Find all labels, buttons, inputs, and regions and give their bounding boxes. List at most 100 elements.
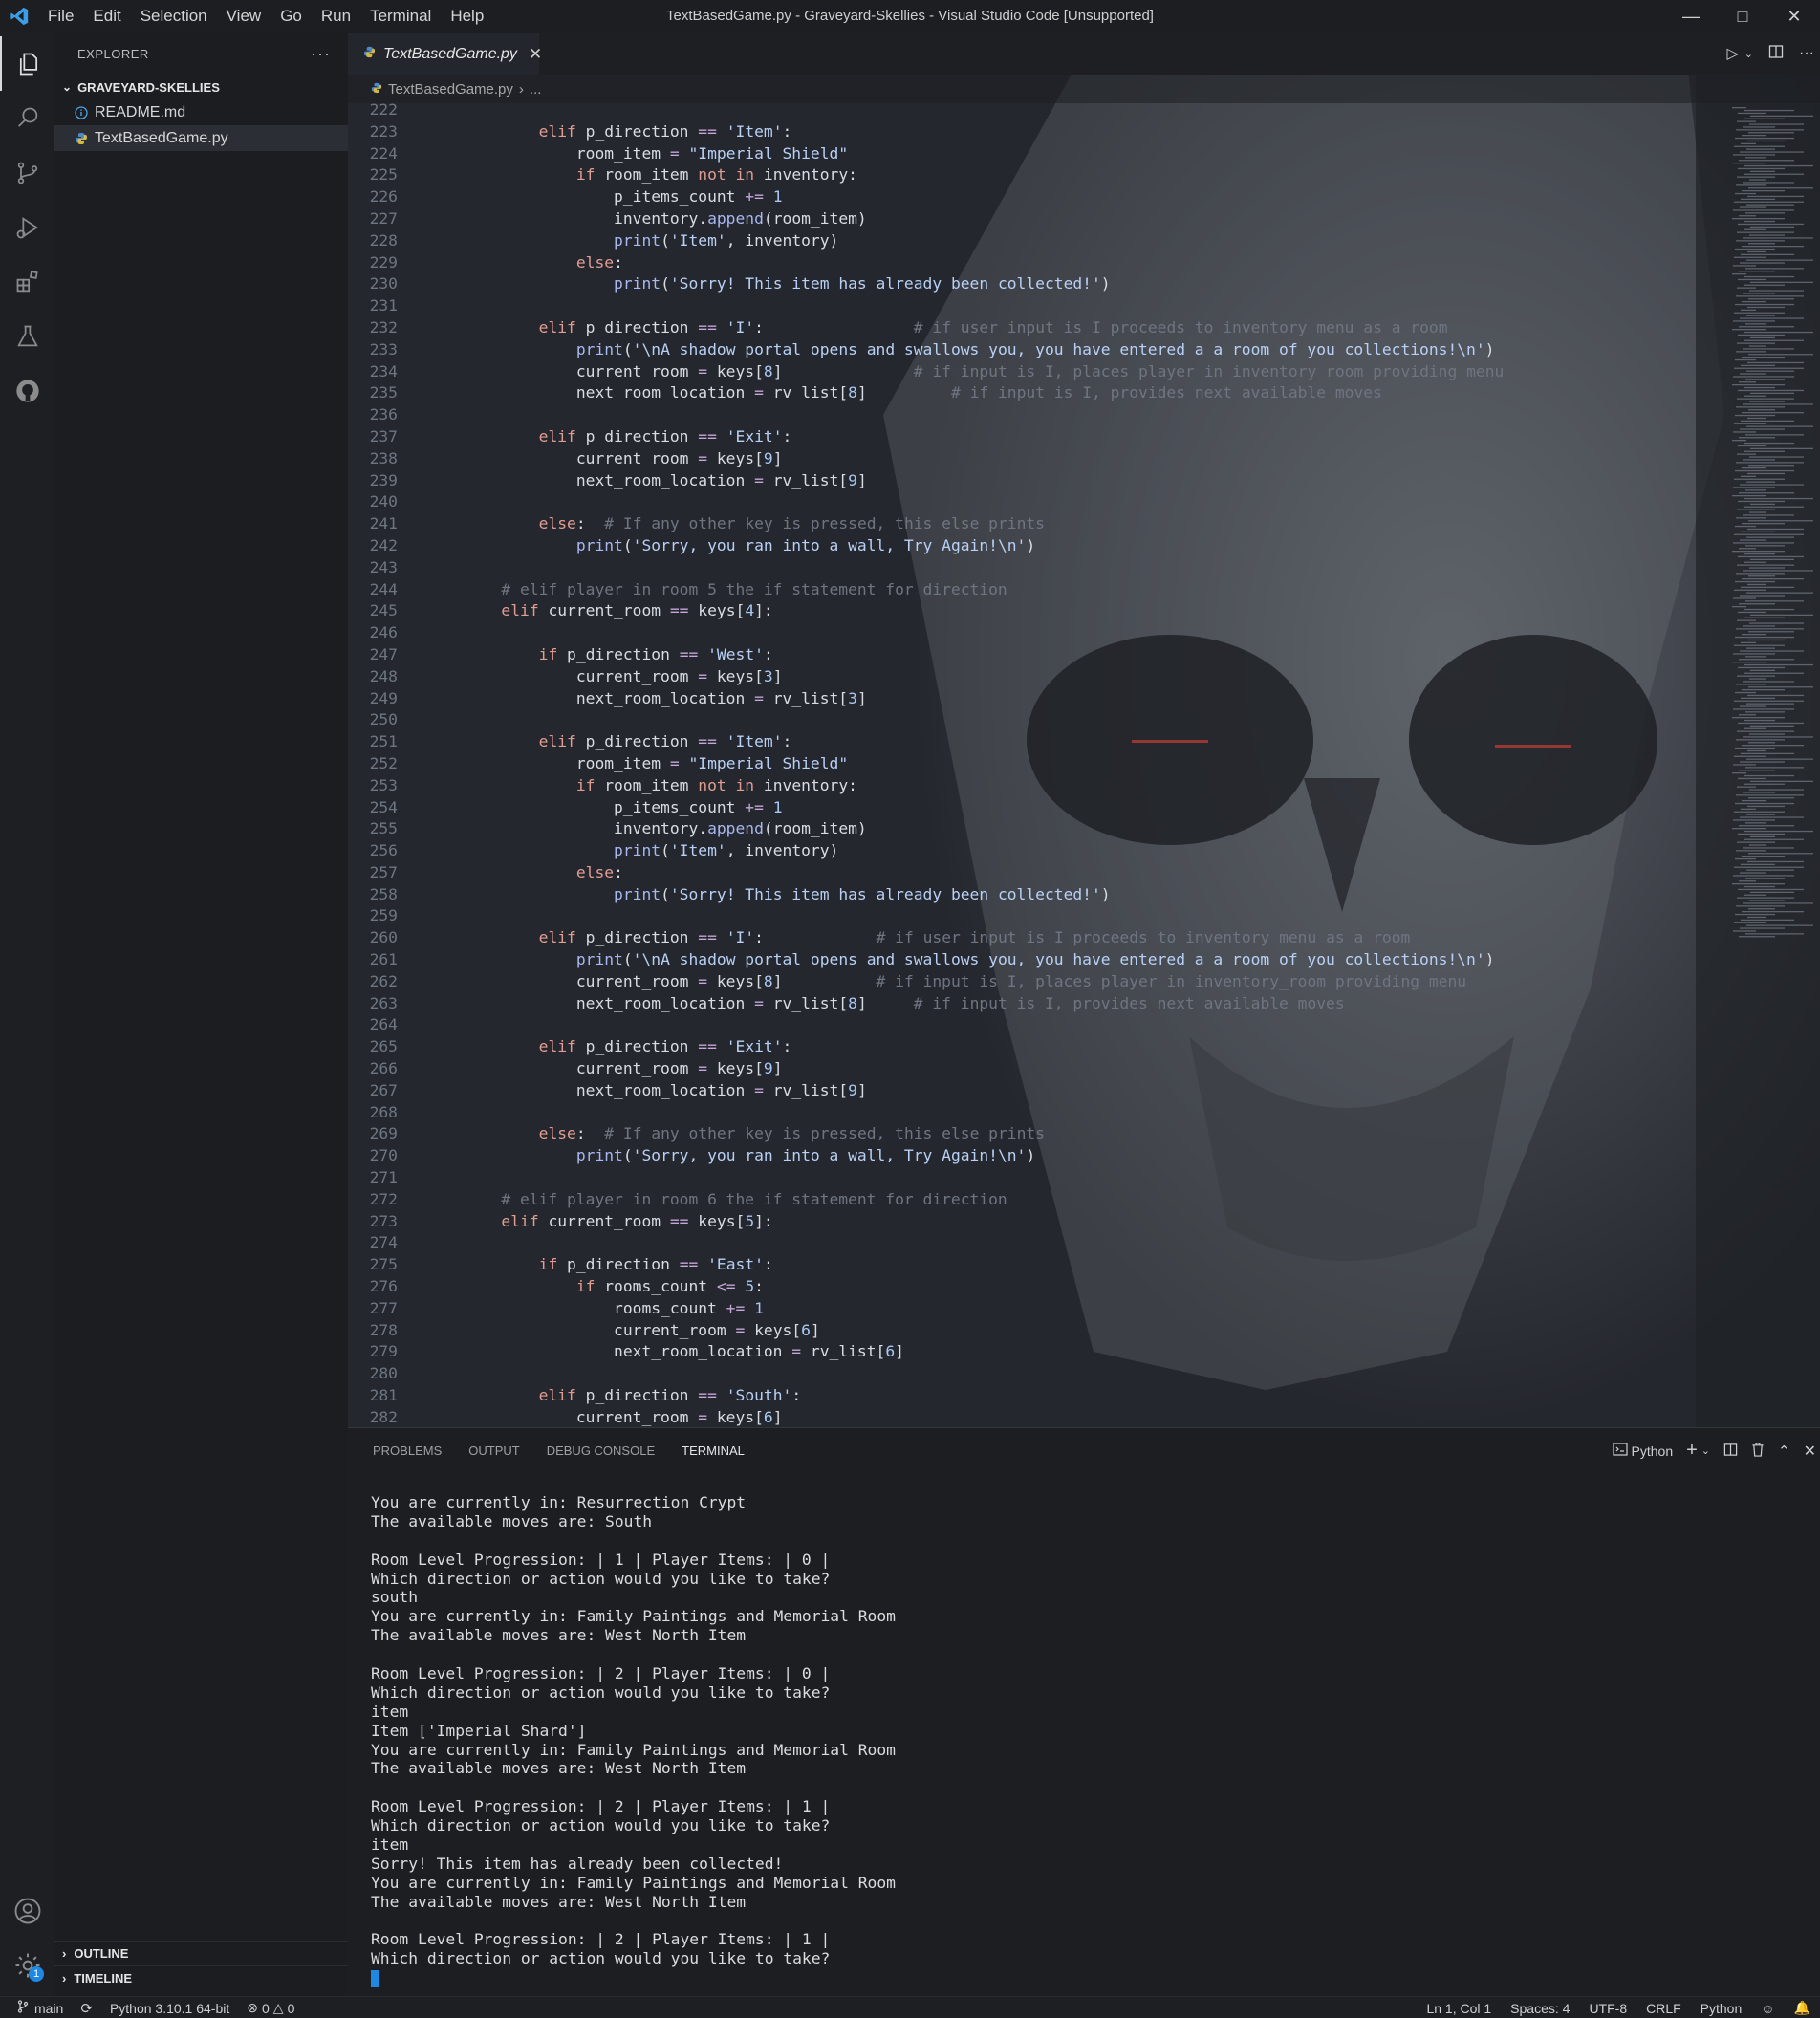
notifications-bell-icon[interactable]: 🔔 bbox=[1794, 2000, 1810, 2016]
minimap-line bbox=[1749, 123, 1804, 125]
explorer-icon[interactable] bbox=[0, 36, 54, 91]
outline-section[interactable]: › OUTLINE bbox=[54, 1941, 348, 1965]
run-debug-icon[interactable] bbox=[0, 200, 54, 254]
python-interpreter[interactable]: Python 3.10.1 64-bit bbox=[110, 2001, 229, 2016]
timeline-section[interactable]: › TIMELINE bbox=[54, 1965, 348, 1990]
branch-indicator[interactable]: main bbox=[17, 2000, 63, 2016]
maximize-panel-icon[interactable]: ⌃ bbox=[1778, 1443, 1790, 1460]
code-editor[interactable]: 222 223 elif p_direction == 'Item': 224 ro… bbox=[348, 99, 1705, 1427]
file-textbasedgame[interactable]: TextBasedGame.py bbox=[54, 125, 348, 151]
minimap-line bbox=[1743, 681, 1794, 683]
code-line: 279 next_room_location = rv_list[6] bbox=[348, 1341, 1705, 1363]
menu-selection[interactable]: Selection bbox=[131, 0, 217, 33]
minimap-line bbox=[1748, 686, 1813, 688]
line-number: 270 bbox=[369, 1146, 398, 1165]
minimap-line bbox=[1734, 700, 1804, 702]
add-terminal-icon[interactable]: + bbox=[1686, 1440, 1698, 1462]
sync-icon[interactable]: ⟳ bbox=[80, 2000, 93, 2017]
menu-edit[interactable]: Edit bbox=[83, 0, 130, 33]
folder-graveyard-skellies[interactable]: ⌄ GRAVEYARD-SKELLIES bbox=[54, 75, 348, 99]
problems-indicator[interactable]: ⊗ 0 △ 0 bbox=[247, 2000, 294, 2016]
minimap-line bbox=[1744, 830, 1813, 833]
settings-gear-icon[interactable]: 1 bbox=[0, 1938, 54, 1992]
chevron-down-icon[interactable]: ⌄ bbox=[1701, 1444, 1710, 1457]
minimap-line bbox=[1736, 129, 1804, 131]
line-text: print('\nA shadow portal opens and swall… bbox=[575, 339, 1495, 358]
testing-icon[interactable] bbox=[0, 309, 54, 363]
minimap-line bbox=[1737, 619, 1756, 621]
source-control-icon[interactable] bbox=[0, 145, 54, 200]
minimap-line bbox=[1734, 423, 1766, 424]
minimap-line bbox=[1744, 506, 1804, 508]
line-number: 254 bbox=[369, 797, 398, 816]
minimap-line bbox=[1743, 348, 1794, 350]
line-ending[interactable]: CRLF bbox=[1646, 2001, 1681, 2016]
file-readme[interactable]: README.md bbox=[54, 99, 348, 125]
more-actions-icon[interactable]: ··· bbox=[1799, 45, 1814, 62]
minimap[interactable] bbox=[1724, 99, 1820, 1427]
menu-terminal[interactable]: Terminal bbox=[360, 0, 441, 33]
terminal-line: Sorry! This item has already been collec… bbox=[371, 1854, 784, 1873]
breadcrumb-file[interactable]: TextBasedGame.py bbox=[388, 81, 513, 98]
panel-tab-output[interactable]: OUTPUT bbox=[468, 1437, 519, 1465]
close-tab-icon[interactable]: ✕ bbox=[529, 45, 542, 64]
split-editor-icon[interactable] bbox=[1768, 44, 1784, 64]
feedback-icon[interactable]: ☺ bbox=[1761, 2001, 1774, 2016]
terminal-output[interactable]: You are currently in: Resurrection Crypt… bbox=[371, 1493, 896, 1987]
minimize-icon[interactable]: — bbox=[1665, 0, 1717, 33]
minimap-line bbox=[1733, 875, 1794, 877]
language-mode[interactable]: Python bbox=[1701, 2001, 1743, 2016]
code-line: 242 print('Sorry, you ran into a wall, T… bbox=[348, 535, 1705, 557]
minimap-line bbox=[1739, 215, 1756, 217]
minimap-line bbox=[1742, 301, 1766, 303]
indentation[interactable]: Spaces: 4 bbox=[1510, 2001, 1570, 2016]
menu-help[interactable]: Help bbox=[441, 0, 493, 33]
minimap-line bbox=[1739, 603, 1775, 605]
minimap-line bbox=[1739, 659, 1794, 661]
line-text: if p_direction == 'West': bbox=[538, 644, 773, 663]
minimap-line bbox=[1739, 548, 1756, 550]
minimap-line bbox=[1734, 533, 1804, 535]
line-number: 236 bbox=[369, 405, 398, 424]
cursor-position[interactable]: Ln 1, Col 1 bbox=[1426, 2001, 1491, 2016]
terminal-shell-label[interactable]: Python bbox=[1632, 1443, 1674, 1459]
code-line: 240 bbox=[348, 491, 1705, 513]
menu-run[interactable]: Run bbox=[312, 0, 360, 33]
minimap-line bbox=[1734, 145, 1785, 147]
menu-file[interactable]: File bbox=[38, 0, 83, 33]
github-icon[interactable] bbox=[0, 363, 54, 418]
menu-go[interactable]: Go bbox=[271, 0, 312, 33]
encoding[interactable]: UTF-8 bbox=[1589, 2001, 1627, 2016]
panel-tab-debug-console[interactable]: DEBUG CONSOLE bbox=[547, 1437, 655, 1465]
branch-name: main bbox=[34, 2000, 64, 2016]
extensions-icon[interactable] bbox=[0, 254, 54, 309]
menu-view[interactable]: View bbox=[217, 0, 271, 33]
run-icon[interactable]: ▷ bbox=[1726, 44, 1738, 63]
minimap-line bbox=[1735, 691, 1756, 694]
split-terminal-icon[interactable] bbox=[1723, 1443, 1738, 1460]
more-actions-icon[interactable]: ··· bbox=[311, 44, 331, 64]
close-window-icon[interactable]: ✕ bbox=[1768, 0, 1820, 33]
minimap-line bbox=[1750, 447, 1813, 449]
terminal-prompt[interactable] bbox=[371, 1968, 896, 1987]
minimap-line bbox=[1750, 226, 1794, 228]
trash-icon[interactable] bbox=[1751, 1442, 1765, 1460]
minimap-line bbox=[1737, 841, 1775, 843]
maximize-icon[interactable]: □ bbox=[1717, 0, 1768, 33]
minimap-line bbox=[1739, 160, 1794, 162]
minimap-line bbox=[1749, 900, 1785, 901]
breadcrumb-symbol[interactable]: ... bbox=[530, 81, 542, 98]
tab-textbasedgame[interactable]: TextBasedGame.py ✕ bbox=[348, 33, 542, 75]
search-icon[interactable] bbox=[0, 91, 54, 145]
code-line: 230 print('Sorry! This item has already … bbox=[348, 273, 1705, 295]
panel-tab-terminal[interactable]: TERMINAL bbox=[682, 1437, 745, 1465]
minimap-line bbox=[1743, 847, 1794, 849]
line-text: elif p_direction == 'I': # if user input… bbox=[538, 928, 1411, 947]
panel-tab-problems[interactable]: PROBLEMS bbox=[373, 1437, 442, 1465]
minimap-line bbox=[1750, 336, 1775, 338]
chevron-down-icon[interactable]: ⌄ bbox=[1744, 48, 1753, 60]
minimap-line bbox=[1748, 575, 1775, 577]
account-icon[interactable] bbox=[0, 1883, 54, 1938]
minimap-line bbox=[1748, 631, 1794, 633]
close-panel-icon[interactable]: ✕ bbox=[1804, 1442, 1816, 1461]
